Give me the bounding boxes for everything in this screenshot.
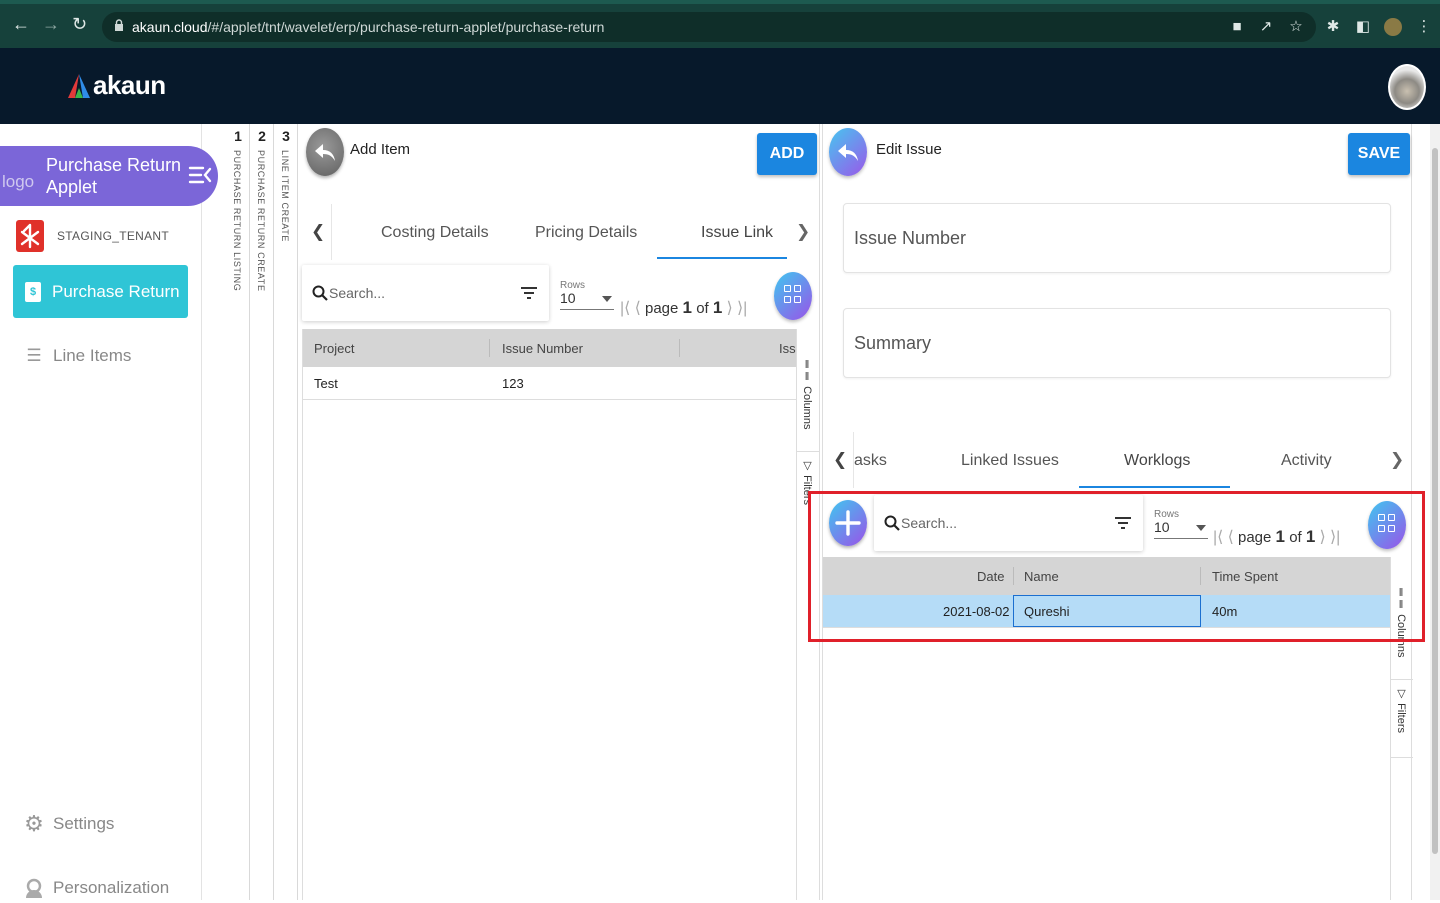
breadcrumb-step-2[interactable]: 2 PURCHASE RETURN CREATE xyxy=(250,124,274,900)
gear-icon: ⚙ xyxy=(24,811,44,836)
sidebar: logo Purchase Return Applet STAGING_TENA… xyxy=(0,124,218,900)
issue-link-table: Project Issue Number Issu Test 123 xyxy=(302,329,803,900)
first-page-icon[interactable]: |⟨ xyxy=(620,300,630,317)
search-field[interactable]: Search... xyxy=(302,265,549,321)
tenant-logo-icon xyxy=(16,220,44,252)
tab-costing-details[interactable]: Costing Details xyxy=(381,224,489,242)
person-icon xyxy=(24,878,44,898)
tab-scroll-left-icon[interactable]: ❮ xyxy=(833,450,847,470)
table-cell: Test xyxy=(314,376,338,391)
tab-linked-issues[interactable]: Linked Issues xyxy=(961,452,1059,470)
column-header[interactable]: Project xyxy=(314,341,354,356)
lock-icon xyxy=(115,19,123,31)
prev-page-icon[interactable]: ⟨ xyxy=(635,300,641,317)
filters-tool[interactable]: ▽ Filters xyxy=(1395,687,1408,733)
table-header: Project Issue Number Issu xyxy=(303,329,803,367)
akaun-logo-mark-icon xyxy=(68,73,90,98)
active-tab-indicator xyxy=(1079,486,1230,488)
broken-logo-image: logo xyxy=(2,172,35,191)
page-scrollbar[interactable] xyxy=(1430,124,1440,900)
highlight-box xyxy=(808,491,1425,642)
search-icon xyxy=(312,285,328,301)
reload-icon[interactable]: ↻ xyxy=(72,14,87,35)
dropdown-caret-icon xyxy=(602,296,612,302)
tab-scroll-right-icon[interactable]: ❯ xyxy=(796,222,810,242)
address-bar[interactable]: akaun.cloud/#/applet/tnt/wavelet/erp/pur… xyxy=(102,12,1316,42)
browser-toolbar: ← → ↻ akaun.cloud/#/applet/tnt/wavelet/e… xyxy=(0,0,1440,48)
search-placeholder: Search... xyxy=(329,285,386,301)
tab-activity[interactable]: Activity xyxy=(1281,452,1332,470)
table-row[interactable]: Test 123 xyxy=(303,367,798,400)
breadcrumb-step-1[interactable]: 1 PURCHASE RETURN LISTING xyxy=(226,124,250,900)
panel-title: Add Item xyxy=(350,141,411,158)
breadcrumb-step-3[interactable]: 3 LINE ITEM CREATE xyxy=(274,124,298,900)
profile-avatar[interactable] xyxy=(1384,18,1402,36)
app-header xyxy=(0,48,1440,124)
tab-pricing-details[interactable]: Pricing Details xyxy=(535,224,637,242)
next-page-icon[interactable]: ⟩ xyxy=(727,300,733,317)
sidebar-item-personalization[interactable]: Personalization xyxy=(24,878,169,898)
issue-number-field[interactable]: Issue Number xyxy=(843,203,1391,273)
tab-scroll-left-icon[interactable]: ❮ xyxy=(311,222,325,242)
tab-tasks[interactable]: asks xyxy=(854,452,887,470)
tab-bar: ❮ Costing Details Pricing Details Issue … xyxy=(299,204,817,260)
applet-title: Purchase Return Applet xyxy=(46,155,182,197)
tab-issue-link[interactable]: Issue Link xyxy=(701,224,773,242)
grid-view-button[interactable] xyxy=(774,272,812,320)
last-page-icon[interactable]: ⟩| xyxy=(737,300,747,317)
save-button[interactable]: SAVE xyxy=(1348,133,1410,175)
list-icon: ☰ xyxy=(26,346,42,365)
columns-tool[interactable]: ‖‖ Columns xyxy=(801,359,813,429)
applet-header: logo Purchase Return Applet xyxy=(0,146,218,206)
active-tab-indicator xyxy=(657,257,787,259)
star-icon[interactable]: ☆ xyxy=(1287,18,1305,36)
panel-title: Edit Issue xyxy=(876,141,942,158)
reply-arrow-icon xyxy=(838,144,858,161)
sidebar-item-purchase-return[interactable]: $ Purchase Return xyxy=(13,265,188,318)
camera-icon[interactable]: ■ xyxy=(1228,18,1246,36)
tenant-selector[interactable]: STAGING_TENANT xyxy=(16,220,169,252)
table-cell: 123 xyxy=(502,376,524,391)
back-arrow-icon[interactable]: ← xyxy=(12,14,30,35)
add-item-panel: Add Item ADD ❮ Costing Details Pricing D… xyxy=(299,124,820,900)
sidebar-item-line-items[interactable]: ☰ Line Items xyxy=(24,346,131,366)
tab-worklogs[interactable]: Worklogs xyxy=(1124,452,1190,470)
scrollbar-thumb[interactable] xyxy=(1432,148,1438,854)
url-text: akaun.cloud/#/applet/tnt/wavelet/erp/pur… xyxy=(132,19,605,35)
reply-arrow-icon xyxy=(315,144,335,161)
extensions-icon[interactable]: ✱ xyxy=(1324,18,1342,36)
back-button[interactable] xyxy=(829,128,867,176)
share-icon[interactable]: ↗ xyxy=(1257,18,1275,36)
akaun-logo-text: akaun xyxy=(93,70,166,100)
sidepanel-icon[interactable]: ◧ xyxy=(1354,18,1372,36)
user-avatar[interactable] xyxy=(1388,64,1426,110)
column-header[interactable]: Issue Number xyxy=(502,341,583,356)
document-dollar-icon: $ xyxy=(25,281,41,302)
pagination: |⟨ ⟨ page 1 of 1 ⟩ ⟩| xyxy=(620,298,748,317)
sidebar-item-settings[interactable]: ⚙ Settings xyxy=(24,811,114,836)
tab-scroll-right-icon[interactable]: ❯ xyxy=(1390,450,1404,470)
collapse-menu-icon[interactable] xyxy=(188,165,212,185)
rows-per-page-select[interactable]: Rows 10 xyxy=(560,275,614,310)
forward-arrow-icon[interactable]: → xyxy=(42,14,60,35)
summary-field[interactable]: Summary xyxy=(843,308,1391,378)
add-button[interactable]: ADD xyxy=(757,133,817,175)
back-button[interactable] xyxy=(306,128,344,176)
issue-tab-bar: ❮ asks Linked Issues Worklogs Activity ❯ xyxy=(823,432,1411,488)
akaun-logo[interactable]: akaun xyxy=(66,70,166,101)
kebab-menu-icon[interactable]: ⋮ xyxy=(1415,18,1433,36)
tenant-name: STAGING_TENANT xyxy=(57,229,169,243)
filter-icon[interactable] xyxy=(521,287,537,299)
